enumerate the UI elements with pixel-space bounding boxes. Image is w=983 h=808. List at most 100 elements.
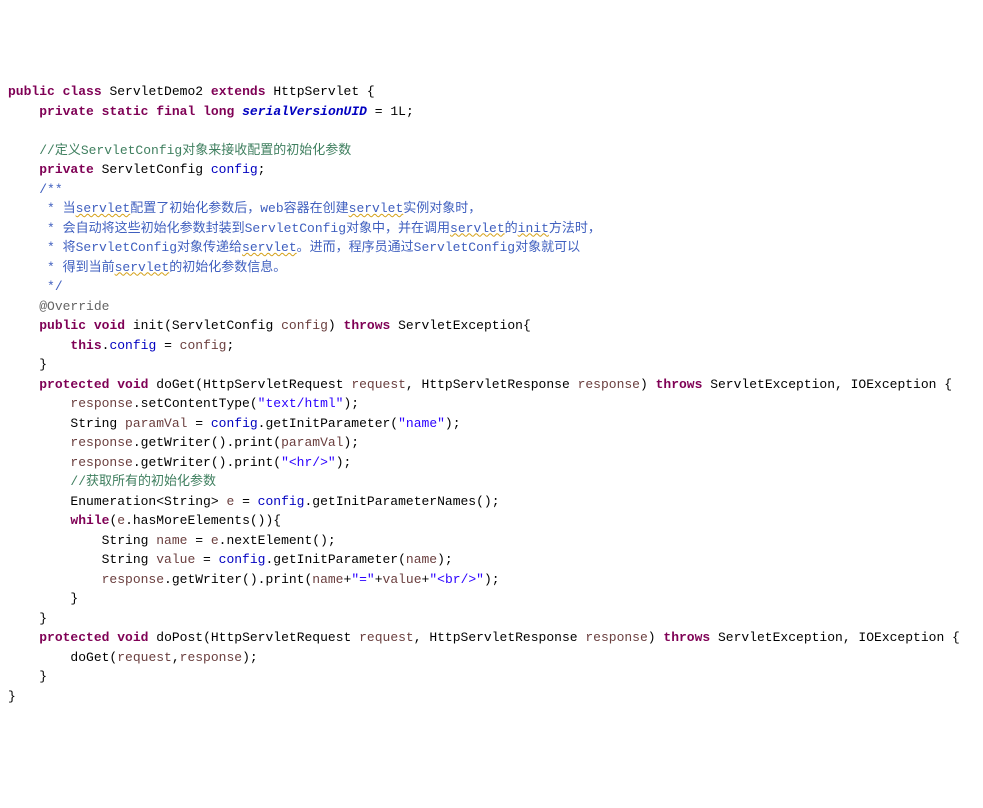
var-response: response: [70, 455, 132, 470]
txt: );: [484, 572, 500, 587]
kw-void: void: [94, 318, 125, 333]
doc-l2: * 会自动将这些初始化参数封装到ServletConfig对象中，并在调用ser…: [39, 221, 601, 236]
comma: ,: [172, 650, 180, 665]
method-doget: doGet(HttpServletRequest: [148, 377, 351, 392]
txt: );: [242, 650, 258, 665]
txt: ): [328, 318, 344, 333]
call: .getWriter().print(: [133, 455, 281, 470]
type-string: String: [102, 533, 157, 548]
txt: );: [344, 396, 360, 411]
txt: ): [640, 377, 656, 392]
brace: }: [39, 357, 47, 372]
string: "<hr/>": [281, 455, 336, 470]
param-req: request: [351, 377, 406, 392]
field-serialversion: serialVersionUID: [242, 104, 367, 119]
param-res: response: [578, 377, 640, 392]
doc-close: */: [39, 279, 62, 294]
kw-void: void: [117, 377, 148, 392]
semi: ;: [226, 338, 234, 353]
param-config: config: [281, 318, 328, 333]
var-paramval: paramVal: [125, 416, 187, 431]
param-req: request: [117, 650, 172, 665]
var-name: name: [406, 552, 437, 567]
kw-protected: protected: [39, 377, 109, 392]
line-comment: //获取所有的初始化参数: [70, 474, 216, 489]
txt: , HttpServletResponse: [414, 630, 586, 645]
call: .getInitParameterNames();: [304, 494, 499, 509]
var-name: name: [156, 533, 187, 548]
string: "=": [351, 572, 374, 587]
call: .getInitParameter(: [258, 416, 398, 431]
param-res: response: [180, 650, 242, 665]
supertype: HttpServlet {: [273, 84, 374, 99]
var-response: response: [102, 572, 164, 587]
brace: }: [39, 611, 47, 626]
call-doget: doGet(: [70, 650, 117, 665]
txt: );: [437, 552, 453, 567]
string: "<br/>": [429, 572, 484, 587]
semi: ;: [258, 162, 266, 177]
field-config: config: [109, 338, 156, 353]
kw-while: while: [70, 513, 109, 528]
var-value: value: [383, 572, 422, 587]
kw-public: public: [8, 84, 55, 99]
kw-void: void: [117, 630, 148, 645]
var-paramval: paramVal: [281, 435, 343, 450]
doc-l1: * 当servlet配置了初始化参数后，web容器在创建servlet实例对象时…: [39, 201, 481, 216]
eq: =: [156, 338, 179, 353]
kw-this: this: [70, 338, 101, 353]
call: .getInitParameter(: [265, 552, 405, 567]
exc: ServletException, IOException {: [710, 630, 960, 645]
txt: = 1L;: [367, 104, 414, 119]
call: .setContentType(: [133, 396, 258, 411]
field-config: config: [211, 162, 258, 177]
kw-throws: throws: [344, 318, 391, 333]
kw-class: class: [63, 84, 102, 99]
var-response: response: [70, 435, 132, 450]
kw-static: static: [102, 104, 149, 119]
kw-public: public: [39, 318, 86, 333]
txt: ): [648, 630, 664, 645]
brace: }: [39, 669, 47, 684]
type-enum: Enumeration<String>: [70, 494, 226, 509]
doc-l4: * 得到当前servlet的初始化参数信息。: [39, 260, 286, 275]
call: .hasMoreElements()){: [125, 513, 281, 528]
var-name: name: [312, 572, 343, 587]
code-block: public class ServletDemo2 extends HttpSe…: [8, 82, 975, 706]
var-value: value: [156, 552, 195, 567]
type-string: String: [70, 416, 125, 431]
kw-long: long: [203, 104, 234, 119]
brace: }: [8, 689, 16, 704]
eq: =: [187, 533, 210, 548]
kw-protected: protected: [39, 630, 109, 645]
line-comment: //定义ServletConfig对象来接收配置的初始化参数: [39, 143, 351, 158]
kw-private: private: [39, 104, 94, 119]
call: .getWriter().print(: [133, 435, 281, 450]
method-init: init(ServletConfig: [125, 318, 281, 333]
brace: }: [70, 591, 78, 606]
call: .nextElement();: [219, 533, 336, 548]
method-dopost: doPost(HttpServletRequest: [148, 630, 359, 645]
eq: =: [195, 552, 218, 567]
exc: ServletException{: [390, 318, 530, 333]
param-req: request: [359, 630, 414, 645]
kw-throws: throws: [663, 630, 710, 645]
annotation-override: @Override: [39, 299, 109, 314]
txt: );: [336, 455, 352, 470]
kw-extends: extends: [211, 84, 266, 99]
string: "name": [398, 416, 445, 431]
txt: );: [344, 435, 360, 450]
string: "text/html": [258, 396, 344, 411]
plus: +: [375, 572, 383, 587]
var-e: e: [211, 533, 219, 548]
doc-open: /**: [39, 182, 62, 197]
param-config: config: [180, 338, 227, 353]
kw-final: final: [156, 104, 195, 119]
type-string: String: [102, 552, 157, 567]
kw-private: private: [39, 162, 94, 177]
kw-throws: throws: [656, 377, 703, 392]
eq: =: [234, 494, 257, 509]
var-e: e: [117, 513, 125, 528]
var-response: response: [70, 396, 132, 411]
exc: ServletException, IOException {: [702, 377, 952, 392]
